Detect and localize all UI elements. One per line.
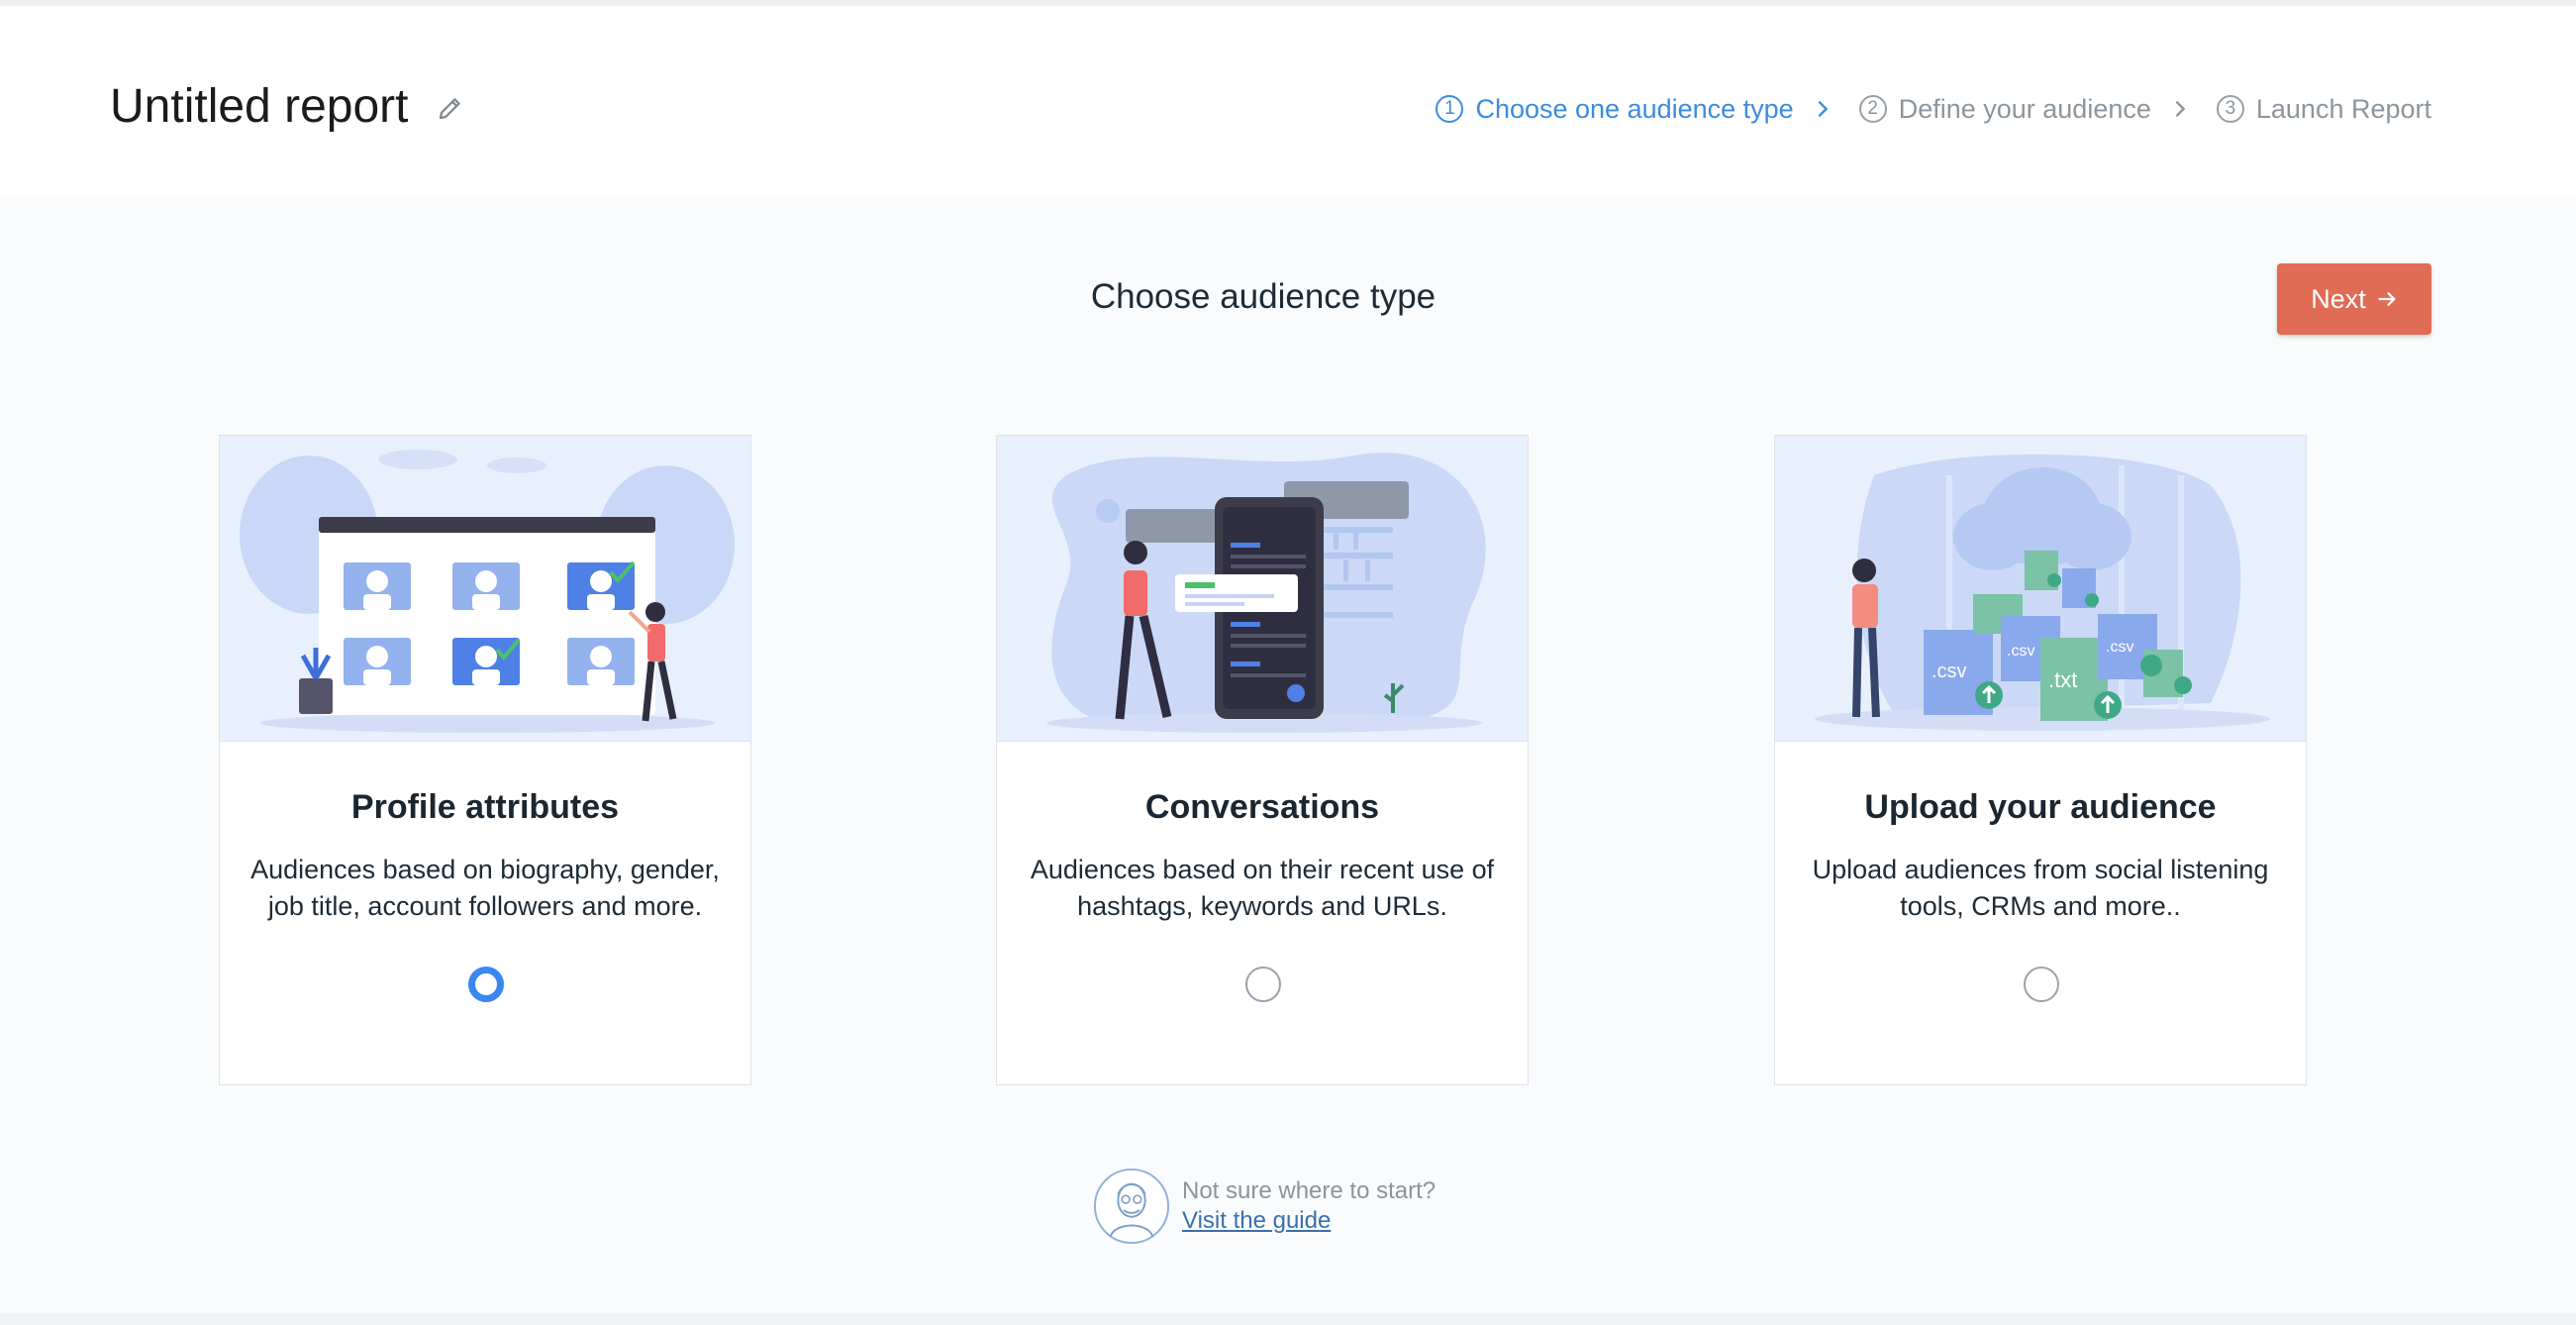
step-label: Define your audience bbox=[1898, 93, 2151, 124]
card-title: Upload your audience bbox=[1864, 788, 2217, 826]
file-upload-illustration: .csv .csv .txt .csv bbox=[1815, 454, 2270, 731]
chevron-right-icon bbox=[2175, 100, 2186, 118]
step-launch-report[interactable]: 3 Launch Report bbox=[2216, 93, 2431, 125]
radio-conversations[interactable] bbox=[1245, 967, 1281, 1002]
card-profile-attributes[interactable]: Profile attributes Audiences based on bi… bbox=[219, 435, 751, 1085]
visit-guide-link[interactable]: Visit the guide bbox=[1182, 1207, 1331, 1234]
card-description: Upload audiences from social listening t… bbox=[1812, 855, 2269, 921]
card-title: Conversations bbox=[1144, 788, 1380, 826]
csv-label: .csv bbox=[2007, 643, 2034, 660]
report-title: Untitled report bbox=[110, 80, 409, 133]
profile-attributes-illustration bbox=[220, 436, 750, 742]
section-title: Choose audience type bbox=[1090, 277, 1437, 316]
step-number: 1 bbox=[1436, 95, 1464, 123]
chevron-right-icon bbox=[1818, 100, 1829, 118]
step-label: Launch Report bbox=[2255, 93, 2431, 124]
progress-steps: 1 Choose one audience type 2 Define your… bbox=[1436, 89, 2431, 129]
conversations-illustration bbox=[997, 436, 1528, 742]
radio-upload-audience[interactable] bbox=[2024, 967, 2059, 1002]
guide-avatar-icon bbox=[1093, 1168, 1170, 1245]
card-upload-audience[interactable]: .csv .csv .txt .csv Upload your audience… bbox=[1774, 435, 2307, 1085]
profile-grid-illustration bbox=[240, 450, 735, 733]
txt-label: .txt bbox=[2048, 667, 2077, 692]
card-title: Profile attributes bbox=[350, 788, 620, 826]
bottom-border bbox=[0, 1313, 2576, 1325]
arrow-right-icon bbox=[2378, 291, 2396, 307]
csv-label: .csv bbox=[1932, 661, 1967, 682]
page-header: Untitled report 1 Choose one audience ty… bbox=[0, 6, 2576, 196]
card-description: Audiences based on biography, gender, jo… bbox=[250, 855, 720, 921]
csv-label: .csv bbox=[2106, 639, 2133, 656]
step-label: Choose one audience type bbox=[1475, 93, 1794, 124]
step-define-audience[interactable]: 2 Define your audience bbox=[1858, 93, 2151, 125]
guide-hint: Not sure where to start? bbox=[1182, 1177, 1437, 1204]
next-label: Next bbox=[2311, 283, 2366, 314]
step-choose-audience-type[interactable]: 1 Choose one audience type bbox=[1436, 93, 1794, 125]
pencil-icon[interactable] bbox=[436, 93, 465, 123]
phone-chat-illustration bbox=[1046, 453, 1486, 733]
next-button[interactable]: Next bbox=[2277, 263, 2431, 335]
card-conversations[interactable]: Conversations Audiences based on their r… bbox=[996, 435, 1529, 1085]
radio-profile-attributes[interactable] bbox=[468, 967, 504, 1002]
card-description: Audiences based on their recent use of h… bbox=[1030, 855, 1495, 921]
step-number: 3 bbox=[2216, 95, 2244, 123]
guide-help: Not sure where to start? Visit the guide bbox=[1093, 1167, 1436, 1246]
step-number: 2 bbox=[1858, 95, 1887, 123]
upload-audience-illustration: .csv .csv .txt .csv bbox=[1775, 436, 2306, 742]
